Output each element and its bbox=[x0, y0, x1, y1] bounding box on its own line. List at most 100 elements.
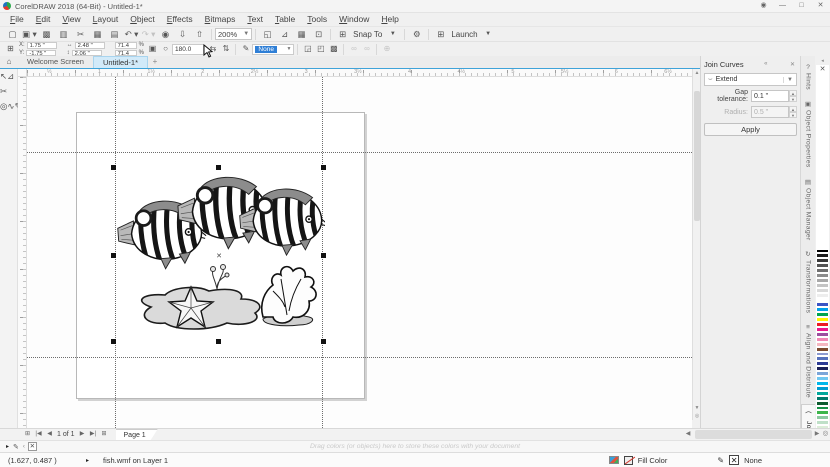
gap-tolerance-field[interactable]: 0.1 " bbox=[751, 90, 789, 102]
selected-object[interactable]: ✕ bbox=[113, 167, 325, 344]
mirror-vertical-button[interactable]: ⇅ bbox=[219, 43, 232, 55]
scroll-left-icon[interactable]: ◀ bbox=[683, 429, 693, 439]
link-curves-button[interactable]: ∞ bbox=[360, 43, 373, 55]
import-icon[interactable]: ⇩ bbox=[175, 28, 190, 41]
vertical-scrollbar[interactable]: ▲ ▼ ◎ bbox=[692, 69, 700, 420]
selection-handle[interactable] bbox=[111, 253, 116, 258]
docker-tab-hints[interactable]: ? Hints bbox=[801, 60, 815, 96]
menu-item[interactable]: File bbox=[4, 13, 30, 26]
menu-item[interactable]: View bbox=[56, 13, 86, 26]
flyout-arrow-icon[interactable]: ▸ bbox=[86, 457, 89, 464]
menu-item[interactable]: Object bbox=[124, 13, 161, 26]
palette-flyout-icon[interactable]: ◂ bbox=[816, 57, 829, 65]
ruler-corner[interactable] bbox=[18, 69, 27, 77]
docker-tab-align-distribute[interactable]: ≡ Align and Distribute bbox=[801, 320, 815, 404]
radius-spinner[interactable]: ▲▼ bbox=[789, 106, 797, 118]
add-page-button[interactable]: ⊞ bbox=[99, 429, 110, 440]
view-grid-icon[interactable]: ▦ bbox=[294, 28, 309, 41]
wrap-text-button[interactable]: ∞ bbox=[347, 43, 360, 55]
selection-handle[interactable] bbox=[321, 165, 326, 170]
chevron-down-icon[interactable]: ▼ bbox=[385, 28, 400, 41]
horizontal-guideline[interactable] bbox=[27, 152, 692, 153]
add-page-button[interactable]: ⊞ bbox=[22, 429, 33, 440]
menu-item[interactable]: Text bbox=[241, 13, 269, 26]
docker-collapse-icon[interactable]: « bbox=[762, 61, 769, 67]
x-position-field[interactable]: 1.75 " bbox=[27, 42, 57, 49]
home-icon[interactable]: ⌂ bbox=[0, 56, 18, 68]
menu-item[interactable]: Window bbox=[333, 13, 375, 26]
snap-to-button[interactable]: Snap To bbox=[353, 30, 382, 39]
last-page-button[interactable]: ▶| bbox=[88, 429, 99, 440]
outline-width-select[interactable]: None ▼ bbox=[252, 44, 294, 55]
selection-handle[interactable] bbox=[216, 339, 221, 344]
ungroup-all-button[interactable]: ◰ bbox=[314, 43, 327, 55]
object-width-field[interactable]: 2.48 " bbox=[75, 42, 105, 49]
scroll-right-icon[interactable]: ▶ bbox=[813, 429, 821, 439]
menu-item[interactable]: Bitmaps bbox=[199, 13, 242, 26]
gap-tolerance-spinner[interactable]: ▲▼ bbox=[789, 90, 797, 102]
page-tab[interactable]: Page 1 bbox=[116, 429, 158, 440]
selection-handle[interactable] bbox=[111, 339, 116, 344]
horizontal-guideline[interactable] bbox=[27, 357, 692, 358]
next-page-button[interactable]: ▶ bbox=[77, 429, 88, 440]
zoom-level-select[interactable]: 200% ▼ bbox=[215, 28, 252, 40]
eyedropper-icon[interactable]: ✎ bbox=[13, 443, 19, 451]
view-rulers-icon[interactable]: ⊿ bbox=[277, 28, 292, 41]
docker-tab-object-properties[interactable]: ▣ Object Properties bbox=[801, 96, 815, 174]
menu-item[interactable]: Help bbox=[375, 13, 404, 26]
scale-h-field[interactable]: 71.4 bbox=[115, 42, 137, 49]
drawing-canvas[interactable]: ✕ bbox=[27, 77, 692, 428]
snap-options-icon[interactable]: ⊡ bbox=[311, 28, 326, 41]
selection-handle[interactable] bbox=[216, 165, 221, 170]
paste-icon[interactable]: ▤ bbox=[107, 28, 122, 41]
edit-fill-button[interactable]: ▩ bbox=[327, 43, 340, 55]
new-tab-button[interactable]: + bbox=[148, 56, 162, 68]
apply-button[interactable]: Apply bbox=[704, 123, 797, 136]
freehand-tool[interactable]: ∿ bbox=[7, 101, 14, 111]
maximize-button[interactable]: □ bbox=[792, 0, 811, 12]
cut-icon[interactable]: ✂ bbox=[73, 28, 88, 41]
lock-ratio-button[interactable]: ▣ bbox=[146, 43, 159, 55]
fill-color-icon[interactable] bbox=[624, 456, 633, 465]
pan-zoom-icon[interactable]: ◎ bbox=[821, 429, 830, 439]
launch-button[interactable]: Launch bbox=[451, 30, 477, 39]
menu-item[interactable]: Tools bbox=[301, 13, 333, 26]
radius-field[interactable]: 0.5 " bbox=[751, 106, 789, 118]
document-palette-flyout-icon[interactable]: ▸ bbox=[6, 443, 9, 450]
tab-untitled-1[interactable]: Untitled-1* bbox=[93, 56, 148, 68]
crop-tool[interactable]: ✂ bbox=[0, 86, 7, 96]
menu-item[interactable]: Effects bbox=[161, 13, 199, 26]
tab-welcome-screen[interactable]: Welcome Screen bbox=[18, 56, 93, 68]
copy-icon[interactable]: ▦ bbox=[90, 28, 105, 41]
print-icon[interactable]: ▥ bbox=[56, 28, 71, 41]
new-document-icon[interactable]: ▢ bbox=[5, 28, 20, 41]
vertical-ruler[interactable] bbox=[18, 77, 27, 428]
docker-tab-transformations[interactable]: ↻ Transformations bbox=[801, 246, 815, 319]
redo-icon[interactable]: ↷ ▾ bbox=[141, 28, 156, 41]
no-color-swatch[interactable]: ✕ bbox=[28, 442, 37, 451]
chevron-down-icon[interactable]: ▼ bbox=[481, 28, 496, 41]
shape-tool[interactable]: ⊿ bbox=[7, 71, 14, 81]
close-button[interactable]: ✕ bbox=[811, 0, 830, 12]
menu-item[interactable]: Layout bbox=[87, 13, 125, 26]
open-icon[interactable]: ▣ ▾ bbox=[22, 28, 37, 41]
account-icon[interactable]: ◉ bbox=[754, 0, 773, 12]
search-content-icon[interactable]: ◉ bbox=[158, 28, 173, 41]
previous-page-button[interactable]: ◀ bbox=[44, 429, 55, 440]
undo-icon[interactable]: ↶ ▾ bbox=[124, 28, 139, 41]
export-icon[interactable]: ⇧ bbox=[192, 28, 207, 41]
ungroup-button[interactable]: ◲ bbox=[301, 43, 314, 55]
menu-item[interactable]: Table bbox=[269, 13, 301, 26]
docker-tab-object-manager[interactable]: ▤ Object Manager bbox=[801, 174, 815, 247]
selection-handle[interactable] bbox=[111, 165, 116, 170]
save-icon[interactable]: ▩ bbox=[39, 28, 54, 41]
horizontal-scroll-thumb[interactable] bbox=[695, 430, 812, 439]
first-page-button[interactable]: |◀ bbox=[33, 429, 44, 440]
scroll-left-icon[interactable]: ‹ bbox=[23, 444, 25, 450]
join-mode-select[interactable]: ⌣ Extend ▼ bbox=[704, 73, 797, 86]
launch-icon[interactable]: ⊞ bbox=[433, 28, 448, 41]
snap-to-icon[interactable]: ⊞ bbox=[335, 28, 350, 41]
outline-pen-icon[interactable]: ✎ bbox=[717, 456, 724, 465]
fullscreen-preview-icon[interactable]: ◱ bbox=[260, 28, 275, 41]
quick-customize-button[interactable]: ⊕ bbox=[380, 43, 393, 55]
